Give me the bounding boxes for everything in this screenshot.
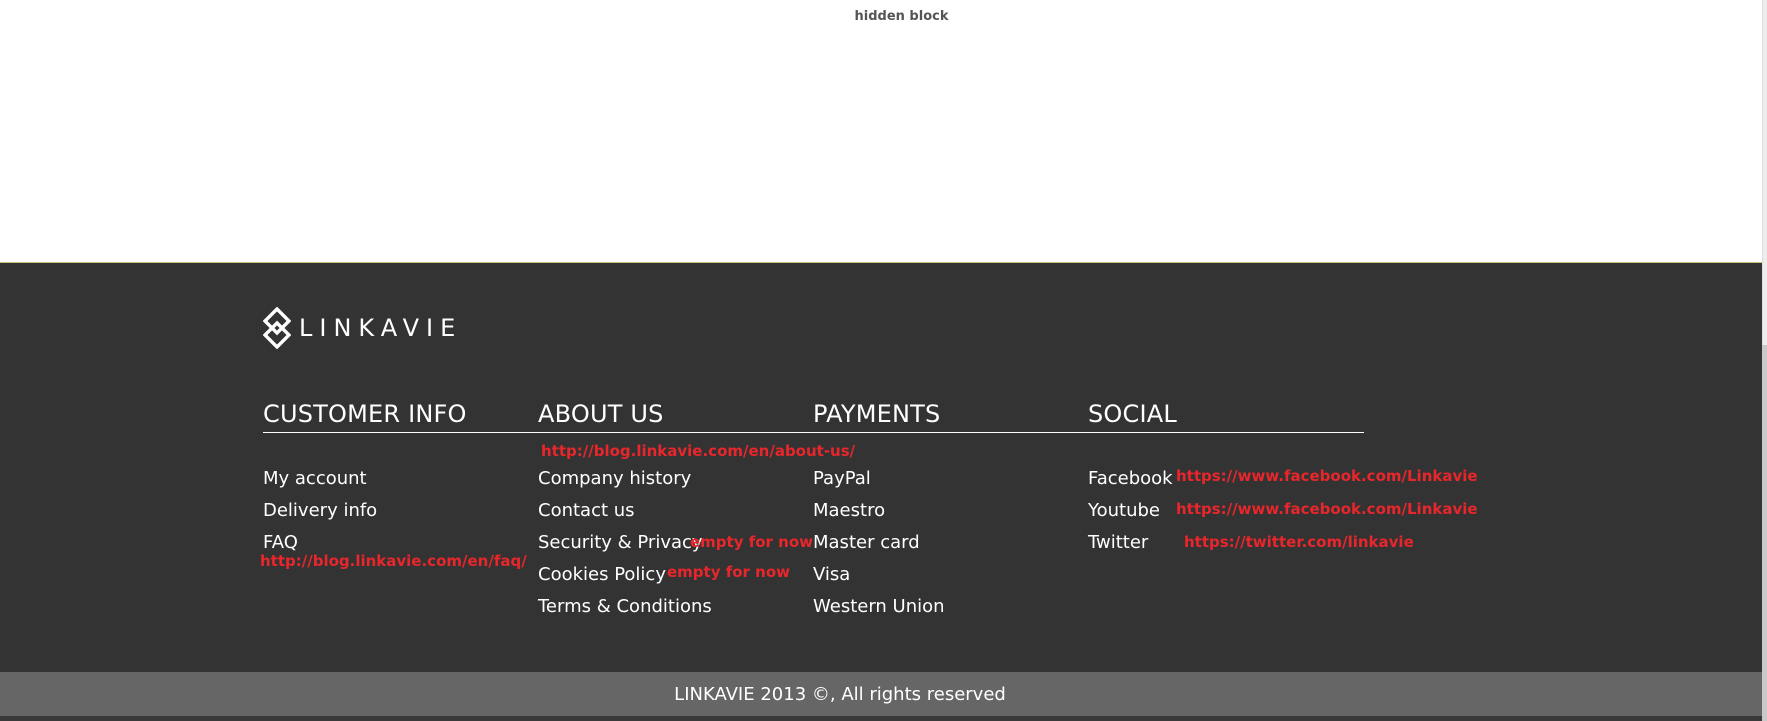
about-us-links: Company history Contact us Security & Pr… [538,463,712,623]
link-my-account[interactable]: My account [263,463,377,495]
link-maestro[interactable]: Maestro [813,495,945,527]
annotation-twitter-url: https://twitter.com/linkavie [1184,533,1414,551]
heading-divider [263,432,1364,433]
social-links: Facebook Youtube Twitter [1088,463,1173,559]
link-western-union[interactable]: Western Union [813,591,945,623]
annotation-faq-url: http://blog.linkavie.com/en/faq/ [260,552,527,570]
hidden-block-label: hidden block [854,9,949,24]
link-delivery-info[interactable]: Delivery info [263,495,377,527]
linkavie-logo-icon [263,307,291,349]
link-youtube[interactable]: Youtube [1088,495,1173,527]
link-facebook[interactable]: Facebook [1088,463,1173,495]
heading-social: SOCIAL [1088,400,1177,428]
customer-info-links: My account Delivery info FAQ [263,463,377,559]
link-master-card[interactable]: Master card [813,527,945,559]
annotation-youtube-url: https://www.facebook.com/Linkavie [1176,500,1478,518]
bottom-edge [0,716,1762,721]
site-footer: LINKAVIE CUSTOMER INFO ABOUT US PAYMENTS… [0,262,1762,672]
top-content-area: hidden block [0,0,1762,262]
payments-links: PayPal Maestro Master card Visa Western … [813,463,945,623]
link-twitter[interactable]: Twitter [1088,527,1173,559]
link-contact-us[interactable]: Contact us [538,495,712,527]
annotation-cookies-note: empty for now [667,563,791,581]
annotation-about-url: http://blog.linkavie.com/en/about-us/ [541,442,856,460]
annotation-security-note: empty for now [690,533,814,551]
link-visa[interactable]: Visa [813,559,945,591]
link-company-history[interactable]: Company history [538,463,712,495]
logo-wordmark: LINKAVIE [299,314,463,342]
heading-about-us: ABOUT US [538,400,664,428]
heading-payments: PAYMENTS [813,400,941,428]
heading-customer-info: CUSTOMER INFO [263,400,467,428]
link-security-privacy[interactable]: Security & Privacy [538,527,712,559]
copyright-text: LINKAVIE 2013 ©, All rights reserved [674,684,1006,705]
scrollbar-thumb[interactable] [1762,345,1767,721]
footer-logo[interactable]: LINKAVIE [263,307,462,349]
copyright-bar: LINKAVIE 2013 ©, All rights reserved [0,672,1762,716]
link-paypal[interactable]: PayPal [813,463,945,495]
link-terms-conditions[interactable]: Terms & Conditions [538,591,712,623]
annotation-facebook-url: https://www.facebook.com/Linkavie [1176,467,1478,485]
